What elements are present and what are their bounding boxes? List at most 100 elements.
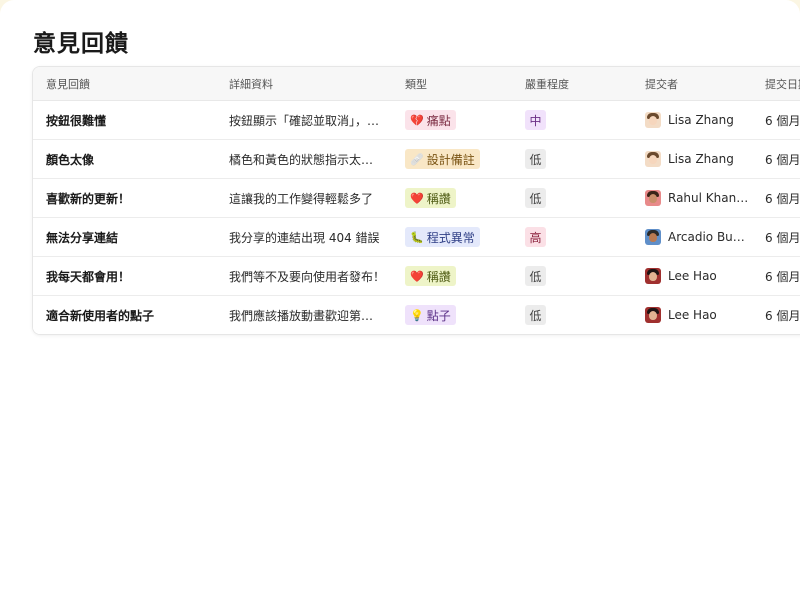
- avatar-face: [649, 233, 657, 242]
- severity-cell[interactable]: 高: [512, 218, 632, 256]
- type-cell[interactable]: ❤️ 稱讚: [392, 179, 512, 217]
- details-cell[interactable]: 我分享的連結出現 404 錯誤: [216, 218, 392, 256]
- column-header-type[interactable]: 類型: [392, 67, 512, 100]
- column-header-feedback[interactable]: 意見回饋: [33, 67, 216, 100]
- type-tag: 🩹 設計備註: [405, 149, 480, 169]
- submitted-date: 6 個月前: [765, 230, 800, 245]
- type-cell[interactable]: 🩹 設計備註: [392, 140, 512, 178]
- type-label: 程式異常: [426, 230, 475, 245]
- severity-cell[interactable]: 低: [512, 140, 632, 178]
- type-tag: 🐛 程式異常: [405, 227, 480, 247]
- type-cell[interactable]: ❤️ 稱讚: [392, 257, 512, 295]
- submitted-cell[interactable]: 6 個月前: [752, 218, 800, 256]
- feedback-title: 無法分享連結: [46, 230, 119, 245]
- table-row[interactable]: 適合新使用者的點子 我們應該播放動畫歡迎第一次使用的人 💡 點子 低 Lee H…: [33, 296, 800, 334]
- type-label: 設計備註: [426, 152, 475, 167]
- column-header-severity[interactable]: 嚴重程度: [512, 67, 632, 100]
- details-cell[interactable]: 按鈕顯示「確認並取消」，不知道是什麼意思: [216, 101, 392, 139]
- submitted-date: 6 個月前: [765, 152, 800, 167]
- submitted-cell[interactable]: 6 個月前: [752, 101, 800, 139]
- type-cell[interactable]: 💡 點子: [392, 296, 512, 334]
- avatar-face: [649, 155, 657, 164]
- avatar-lisa: [645, 151, 661, 167]
- details-text: 我分享的連結出現 404 錯誤: [229, 230, 380, 245]
- submitted-cell[interactable]: 6 個月前: [752, 296, 800, 334]
- type-tag: 💡 點子: [405, 305, 456, 325]
- submitted-date: 6 個月前: [765, 308, 800, 323]
- feedback-title-cell[interactable]: 顏色太像: [33, 140, 216, 178]
- severity-badge: 高: [525, 227, 546, 247]
- type-cell[interactable]: 💔 痛點: [392, 101, 512, 139]
- feedback-page: 意見回饋 意見回饋 詳細資料 類型 嚴重程度 提交者 提交日期 按鈕很難懂 按鈕…: [0, 0, 800, 600]
- details-cell[interactable]: 橘色和黃色的狀態指示太難分辨: [216, 140, 392, 178]
- submitter: Lisa Zhang: [645, 112, 734, 128]
- submitter-cell[interactable]: Lee Hao: [632, 296, 752, 334]
- avatar-lee: [645, 268, 661, 284]
- avatar-face: [649, 194, 657, 203]
- submitter: Lee Hao: [645, 307, 717, 323]
- avatar-arcadio: [645, 229, 661, 245]
- severity-badge: 低: [525, 188, 546, 208]
- submitter-cell[interactable]: Lisa Zhang: [632, 140, 752, 178]
- type-emoji-icon: 💡: [410, 308, 424, 322]
- submitter-name: Lisa Zhang: [668, 113, 734, 127]
- avatar-face: [649, 116, 657, 125]
- column-header-submitted[interactable]: 提交日期: [752, 67, 800, 100]
- type-label: 點子: [426, 308, 451, 323]
- submitter-cell[interactable]: Arcadio Buendía: [632, 218, 752, 256]
- column-header-details[interactable]: 詳細資料: [216, 67, 392, 100]
- severity-cell[interactable]: 低: [512, 257, 632, 295]
- feedback-title: 按鈕很難懂: [46, 113, 107, 128]
- submitter-name: Lee Hao: [668, 308, 717, 322]
- submitted-cell[interactable]: 6 個月前: [752, 257, 800, 295]
- severity-cell[interactable]: 低: [512, 296, 632, 334]
- type-emoji-icon: ❤️: [410, 269, 424, 283]
- type-label: 痛點: [426, 113, 451, 128]
- feedback-title-cell[interactable]: 按鈕很難懂: [33, 101, 216, 139]
- submitted-date: 6 個月前: [765, 269, 800, 284]
- table-row[interactable]: 按鈕很難懂 按鈕顯示「確認並取消」，不知道是什麼意思 💔 痛點 中 Lisa Z…: [33, 101, 800, 140]
- severity-badge: 低: [525, 149, 546, 169]
- avatar-lee: [645, 307, 661, 323]
- submitter-name: Rahul Khanna: [668, 191, 750, 205]
- type-emoji-icon: 🐛: [410, 230, 424, 244]
- column-header-submitter[interactable]: 提交者: [632, 67, 752, 100]
- feedback-title-cell[interactable]: 無法分享連結: [33, 218, 216, 256]
- submitter-name: Lee Hao: [668, 269, 717, 283]
- avatar-face: [649, 311, 657, 320]
- page-title: 意見回饋: [33, 31, 129, 57]
- table-row[interactable]: 無法分享連結 我分享的連結出現 404 錯誤 🐛 程式異常 高 Arcadio …: [33, 218, 800, 257]
- submitted-cell[interactable]: 6 個月前: [752, 140, 800, 178]
- submitter-cell[interactable]: Rahul Khanna: [632, 179, 752, 217]
- feedback-title-cell[interactable]: 我每天都會用！: [33, 257, 216, 295]
- type-cell[interactable]: 🐛 程式異常: [392, 218, 512, 256]
- feedback-title-cell[interactable]: 適合新使用者的點子: [33, 296, 216, 334]
- avatar-lisa: [645, 112, 661, 128]
- severity-cell[interactable]: 中: [512, 101, 632, 139]
- feedback-title: 喜歡新的更新！: [46, 191, 131, 206]
- table-row[interactable]: 顏色太像 橘色和黃色的狀態指示太難分辨 🩹 設計備註 低 Lisa Zhang: [33, 140, 800, 179]
- avatar-face: [649, 272, 657, 281]
- type-emoji-icon: 🩹: [410, 152, 424, 166]
- severity-badge: 低: [525, 305, 546, 325]
- details-cell[interactable]: 我們應該播放動畫歡迎第一次使用的人: [216, 296, 392, 334]
- submitter: Rahul Khanna: [645, 190, 750, 206]
- feedback-title: 顏色太像: [46, 152, 95, 167]
- table-row[interactable]: 喜歡新的更新！ 這讓我的工作變得輕鬆多了 ❤️ 稱讚 低 Rahul Khann…: [33, 179, 800, 218]
- submitted-date: 6 個月前: [765, 191, 800, 206]
- type-emoji-icon: 💔: [410, 113, 424, 127]
- severity-badge: 低: [525, 266, 546, 286]
- feedback-title: 適合新使用者的點子: [46, 308, 155, 323]
- table-row[interactable]: 我每天都會用！ 我們等不及要向使用者發布！ ❤️ 稱讚 低 Lee Hao 6: [33, 257, 800, 296]
- severity-cell[interactable]: 低: [512, 179, 632, 217]
- type-label: 稱讚: [426, 269, 451, 284]
- details-cell[interactable]: 我們等不及要向使用者發布！: [216, 257, 392, 295]
- table-body: 按鈕很難懂 按鈕顯示「確認並取消」，不知道是什麼意思 💔 痛點 中 Lisa Z…: [33, 101, 800, 334]
- submitted-date: 6 個月前: [765, 113, 800, 128]
- submitter-name: Arcadio Buendía: [668, 230, 750, 244]
- feedback-title-cell[interactable]: 喜歡新的更新！: [33, 179, 216, 217]
- submitted-cell[interactable]: 6 個月前: [752, 179, 800, 217]
- details-cell[interactable]: 這讓我的工作變得輕鬆多了: [216, 179, 392, 217]
- submitter-cell[interactable]: Lisa Zhang: [632, 101, 752, 139]
- submitter-cell[interactable]: Lee Hao: [632, 257, 752, 295]
